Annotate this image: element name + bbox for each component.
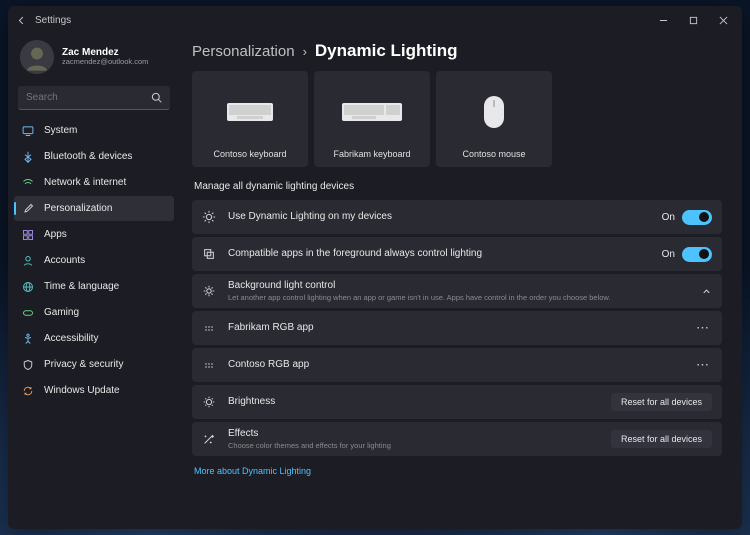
window-title: Settings (35, 15, 71, 26)
row-compatible-apps[interactable]: Compatible apps in the foreground always… (192, 237, 722, 271)
close-button[interactable] (708, 8, 738, 32)
breadcrumb-parent[interactable]: Personalization (192, 43, 295, 60)
avatar (20, 40, 54, 74)
device-label: Contoso mouse (462, 149, 525, 159)
page-title: Dynamic Lighting (315, 41, 458, 61)
chevron-right-icon: › (303, 44, 307, 59)
row-title: Use Dynamic Lighting on my devices (228, 211, 662, 224)
device-card-contoso-mouse[interactable]: Contoso mouse (436, 71, 552, 167)
toggle-switch[interactable] (682, 210, 712, 225)
toggle-switch[interactable] (682, 247, 712, 262)
accessibility-icon (22, 333, 34, 345)
more-icon[interactable]: ⋯ (694, 320, 712, 336)
sidebar-item-label: Network & internet (44, 177, 126, 188)
row-title: Contoso RGB app (228, 359, 694, 372)
drag-handle-icon[interactable] (202, 321, 216, 335)
gear-icon (202, 284, 216, 298)
sidebar-item-label: Windows Update (44, 385, 120, 396)
device-cards: Contoso keyboard Fabrikam keyboard Conto… (192, 71, 722, 167)
nav: System Bluetooth & devices Network & int… (14, 118, 174, 403)
monitor-icon (22, 125, 34, 137)
reset-button[interactable]: Reset for all devices (611, 393, 712, 411)
layers-icon (202, 247, 216, 261)
device-label: Fabrikam keyboard (333, 149, 410, 159)
profile-email: zacmendez@outlook.com (62, 58, 148, 66)
sidebar-item-privacy[interactable]: Privacy & security (14, 352, 174, 377)
sidebar-item-label: Apps (44, 229, 67, 240)
device-label: Contoso keyboard (213, 149, 286, 159)
sidebar-item-windows-update[interactable]: Windows Update (14, 378, 174, 403)
keyboard-icon (318, 79, 426, 145)
wifi-icon (22, 177, 34, 189)
bluetooth-icon (22, 151, 34, 163)
sidebar-item-system[interactable]: System (14, 118, 174, 143)
device-card-contoso-keyboard[interactable]: Contoso keyboard (192, 71, 308, 167)
breadcrumb: Personalization › Dynamic Lighting (192, 41, 722, 61)
wand-icon (202, 432, 216, 446)
sidebar-item-label: System (44, 125, 77, 136)
sidebar-item-label: Accessibility (44, 333, 98, 344)
sidebar-item-personalization[interactable]: Personalization (14, 196, 174, 221)
person-icon (22, 255, 34, 267)
settings-window: Settings Zac Mendez zacmendez@outlook.co… (8, 6, 742, 529)
main-content: Personalization › Dynamic Lighting Conto… (180, 34, 742, 529)
sidebar-item-label: Privacy & security (44, 359, 123, 370)
device-card-fabrikam-keyboard[interactable]: Fabrikam keyboard (314, 71, 430, 167)
section-header: Manage all dynamic lighting devices (194, 181, 722, 192)
shield-icon (22, 359, 34, 371)
profile[interactable]: Zac Mendez zacmendez@outlook.com (14, 38, 174, 82)
row-use-dynamic-lighting[interactable]: Use Dynamic Lighting on my devices On (192, 200, 722, 234)
sun-icon (202, 210, 216, 224)
row-effects[interactable]: Effects Choose color themes and effects … (192, 422, 722, 456)
learn-more-link[interactable]: More about Dynamic Lighting (194, 466, 311, 476)
minimize-button[interactable] (648, 8, 678, 32)
sidebar-item-accessibility[interactable]: Accessibility (14, 326, 174, 351)
titlebar: Settings (8, 6, 742, 34)
keyboard-icon (196, 79, 304, 145)
sidebar-item-label: Time & language (44, 281, 119, 292)
row-subtitle: Choose color themes and effects for your… (228, 441, 611, 450)
row-subtitle: Let another app control lighting when an… (228, 293, 701, 302)
row-app-fabrikam[interactable]: Fabrikam RGB app ⋯ (192, 311, 722, 345)
row-title: Fabrikam RGB app (228, 322, 694, 335)
sidebar-item-label: Bluetooth & devices (44, 151, 132, 162)
row-app-contoso[interactable]: Contoso RGB app ⋯ (192, 348, 722, 382)
reset-button[interactable]: Reset for all devices (611, 430, 712, 448)
update-icon (22, 385, 34, 397)
mouse-icon (440, 79, 548, 145)
sidebar-item-apps[interactable]: Apps (14, 222, 174, 247)
apps-icon (22, 229, 34, 241)
toggle-state-label: On (662, 249, 675, 260)
sidebar-item-label: Gaming (44, 307, 79, 318)
sidebar-item-time-language[interactable]: Time & language (14, 274, 174, 299)
maximize-button[interactable] (678, 8, 708, 32)
sidebar-item-bluetooth[interactable]: Bluetooth & devices (14, 144, 174, 169)
globe-icon (22, 281, 34, 293)
sidebar-item-accounts[interactable]: Accounts (14, 248, 174, 273)
sidebar-item-label: Accounts (44, 255, 85, 266)
sidebar-item-label: Personalization (44, 203, 112, 214)
paintbrush-icon (22, 203, 34, 215)
toggle-state-label: On (662, 212, 675, 223)
sidebar: Zac Mendez zacmendez@outlook.com System … (8, 34, 180, 529)
row-title: Effects (228, 428, 611, 441)
row-title: Brightness (228, 396, 611, 409)
search-box[interactable] (18, 86, 170, 110)
more-icon[interactable]: ⋯ (694, 357, 712, 373)
sidebar-item-network[interactable]: Network & internet (14, 170, 174, 195)
search-icon (151, 92, 162, 103)
search-input[interactable] (26, 92, 151, 103)
row-brightness[interactable]: Brightness Reset for all devices (192, 385, 722, 419)
drag-handle-icon[interactable] (202, 358, 216, 372)
brightness-icon (202, 395, 216, 409)
chevron-up-icon (701, 286, 712, 297)
gamepad-icon (22, 307, 34, 319)
row-background-light-control[interactable]: Background light control Let another app… (192, 274, 722, 308)
row-title: Compatible apps in the foreground always… (228, 248, 662, 261)
sidebar-item-gaming[interactable]: Gaming (14, 300, 174, 325)
back-icon[interactable] (16, 15, 27, 26)
row-title: Background light control (228, 280, 701, 293)
